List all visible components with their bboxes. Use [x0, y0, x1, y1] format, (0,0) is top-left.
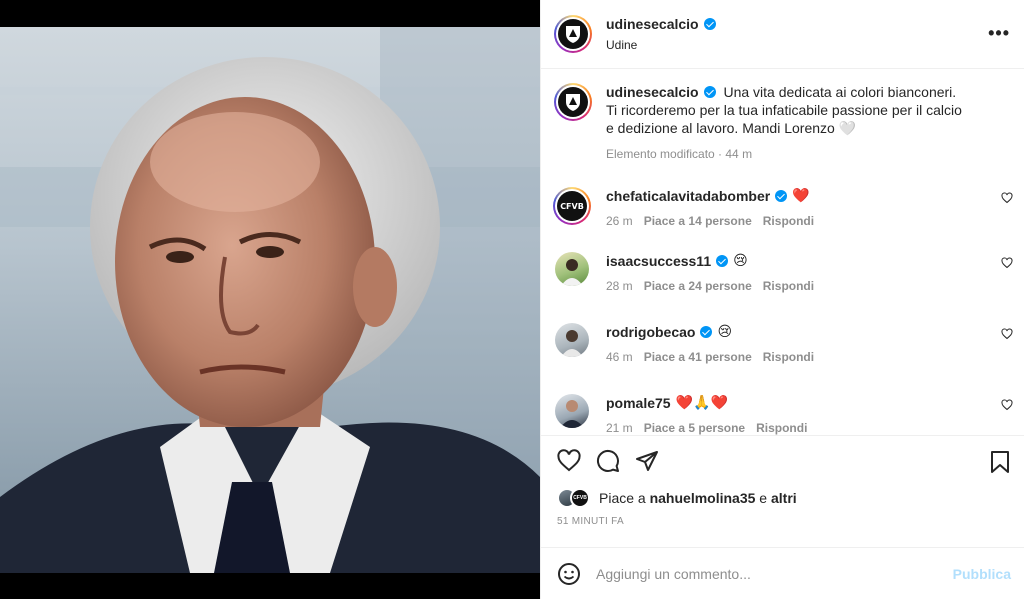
heart-outline-icon[interactable] — [1001, 328, 1013, 340]
reply-button[interactable]: Rispondi — [763, 350, 814, 364]
udinese-crest-icon — [558, 87, 588, 117]
comment-button[interactable] — [596, 449, 620, 473]
action-bar — [541, 436, 1024, 486]
comment-text: ❤️🙏❤️ — [675, 394, 728, 410]
share-button[interactable] — [635, 449, 659, 473]
comment-item: rodrigobecao 😢 46 m Piace a 41 persone R… — [541, 323, 1024, 364]
comment-likes[interactable]: Piace a 41 persone — [644, 350, 752, 364]
post-location[interactable]: Udine — [606, 38, 716, 52]
comment-time[interactable]: 21 m — [606, 421, 633, 435]
more-options-icon[interactable]: ••• — [988, 24, 1010, 42]
emoji-icon[interactable] — [557, 562, 581, 586]
profile-avatar[interactable] — [554, 15, 592, 53]
comment-time[interactable]: 28 m — [606, 279, 633, 293]
cfvb-logo-icon: CFVB — [557, 191, 587, 221]
comment-time[interactable]: 46 m — [606, 350, 633, 364]
comment-text: 😢 — [717, 323, 733, 339]
caption-username[interactable]: udinesecalcio — [606, 83, 716, 101]
post-timestamp[interactable]: 51 MINUTI FA — [541, 516, 1024, 527]
comment-item: isaacsuccess11 😢 28 m Piace a 24 persone… — [541, 252, 1024, 293]
comment-likes[interactable]: Piace a 14 persone — [644, 214, 752, 228]
verified-badge-icon — [700, 325, 713, 338]
heart-outline-icon[interactable] — [1001, 192, 1013, 204]
comment-avatar[interactable] — [555, 394, 589, 428]
post-media[interactable] — [0, 0, 540, 599]
udinese-crest-icon — [558, 19, 588, 49]
verified-badge-icon — [703, 86, 716, 98]
comment-bubble-icon — [596, 449, 619, 472]
header-username-text[interactable]: udinesecalcio — [606, 16, 699, 32]
verified-badge-icon — [703, 18, 716, 30]
comment-username[interactable]: rodrigobecao — [606, 324, 695, 340]
reply-button[interactable]: Rispondi — [756, 421, 807, 435]
likes-prefix: Piace a — [599, 490, 646, 506]
heart-outline-icon[interactable] — [1001, 399, 1013, 411]
comment-text: 😢 — [733, 252, 748, 268]
comment-text: ❤️ — [792, 187, 810, 203]
comments-section[interactable]: udinesecalcio Una vita dedicata ai color… — [541, 69, 1024, 436]
liker-avatar: CFVB — [570, 488, 590, 508]
comment-composer: Aggiungi un commento... Pubblica — [541, 547, 1024, 599]
caption-avatar[interactable] — [554, 83, 592, 121]
verified-badge-icon — [775, 189, 788, 202]
reply-button[interactable]: Rispondi — [763, 214, 814, 228]
comment-likes[interactable]: Piace a 5 persone — [644, 421, 745, 435]
comment-input[interactable]: Aggiungi un commento... — [596, 566, 953, 582]
comment-avatar[interactable]: CFVB — [553, 187, 591, 225]
likes-joiner: e — [759, 490, 768, 506]
likes-user[interactable]: nahuelmolina35 — [650, 490, 756, 506]
comment-likes[interactable]: Piace a 24 persone — [644, 279, 752, 293]
likes-summary: CFVB Piace a nahuelmolina35 e altri — [541, 486, 1024, 510]
post-panel: udinesecalcio Udine ••• udinesecalcio Un… — [540, 0, 1024, 599]
post-header: udinesecalcio Udine ••• — [541, 0, 1024, 69]
likes-text: Piace a nahuelmolina35 e altri — [599, 490, 797, 506]
post-caption: udinesecalcio Una vita dedicata ai color… — [541, 69, 1024, 161]
heart-outline-icon[interactable] — [1001, 257, 1013, 269]
bookmark-icon — [991, 451, 1009, 473]
header-username[interactable]: udinesecalcio — [606, 16, 716, 32]
paper-plane-icon — [636, 451, 658, 471]
comment-username[interactable]: pomale75 — [606, 395, 671, 411]
comment-username[interactable]: chefaticalavitadabomber — [606, 188, 770, 204]
comment-item: CFVB chefaticalavitadabomber ❤️ 26 m Pia… — [541, 187, 1024, 228]
comment-avatar[interactable] — [555, 323, 589, 357]
publish-button[interactable]: Pubblica — [953, 566, 1011, 582]
liker-avatars[interactable]: CFVB — [557, 488, 591, 508]
like-button[interactable] — [557, 449, 581, 473]
caption-username-text[interactable]: udinesecalcio — [606, 83, 699, 101]
reply-button[interactable]: Rispondi — [763, 279, 814, 293]
comment-username[interactable]: isaacsuccess11 — [606, 253, 711, 269]
caption-meta: Elemento modificato · 44 m — [606, 147, 753, 161]
post-photo[interactable] — [0, 27, 540, 573]
likes-others[interactable]: altri — [771, 490, 797, 506]
portrait-image — [0, 27, 540, 573]
save-button[interactable] — [990, 450, 1010, 477]
heart-icon — [557, 449, 581, 472]
verified-badge-icon — [716, 254, 729, 267]
comment-time[interactable]: 26 m — [606, 214, 633, 228]
comment-item: pomale75 ❤️🙏❤️ 21 m Piace a 5 persone Ri… — [541, 394, 1024, 435]
comment-avatar[interactable] — [555, 252, 589, 286]
